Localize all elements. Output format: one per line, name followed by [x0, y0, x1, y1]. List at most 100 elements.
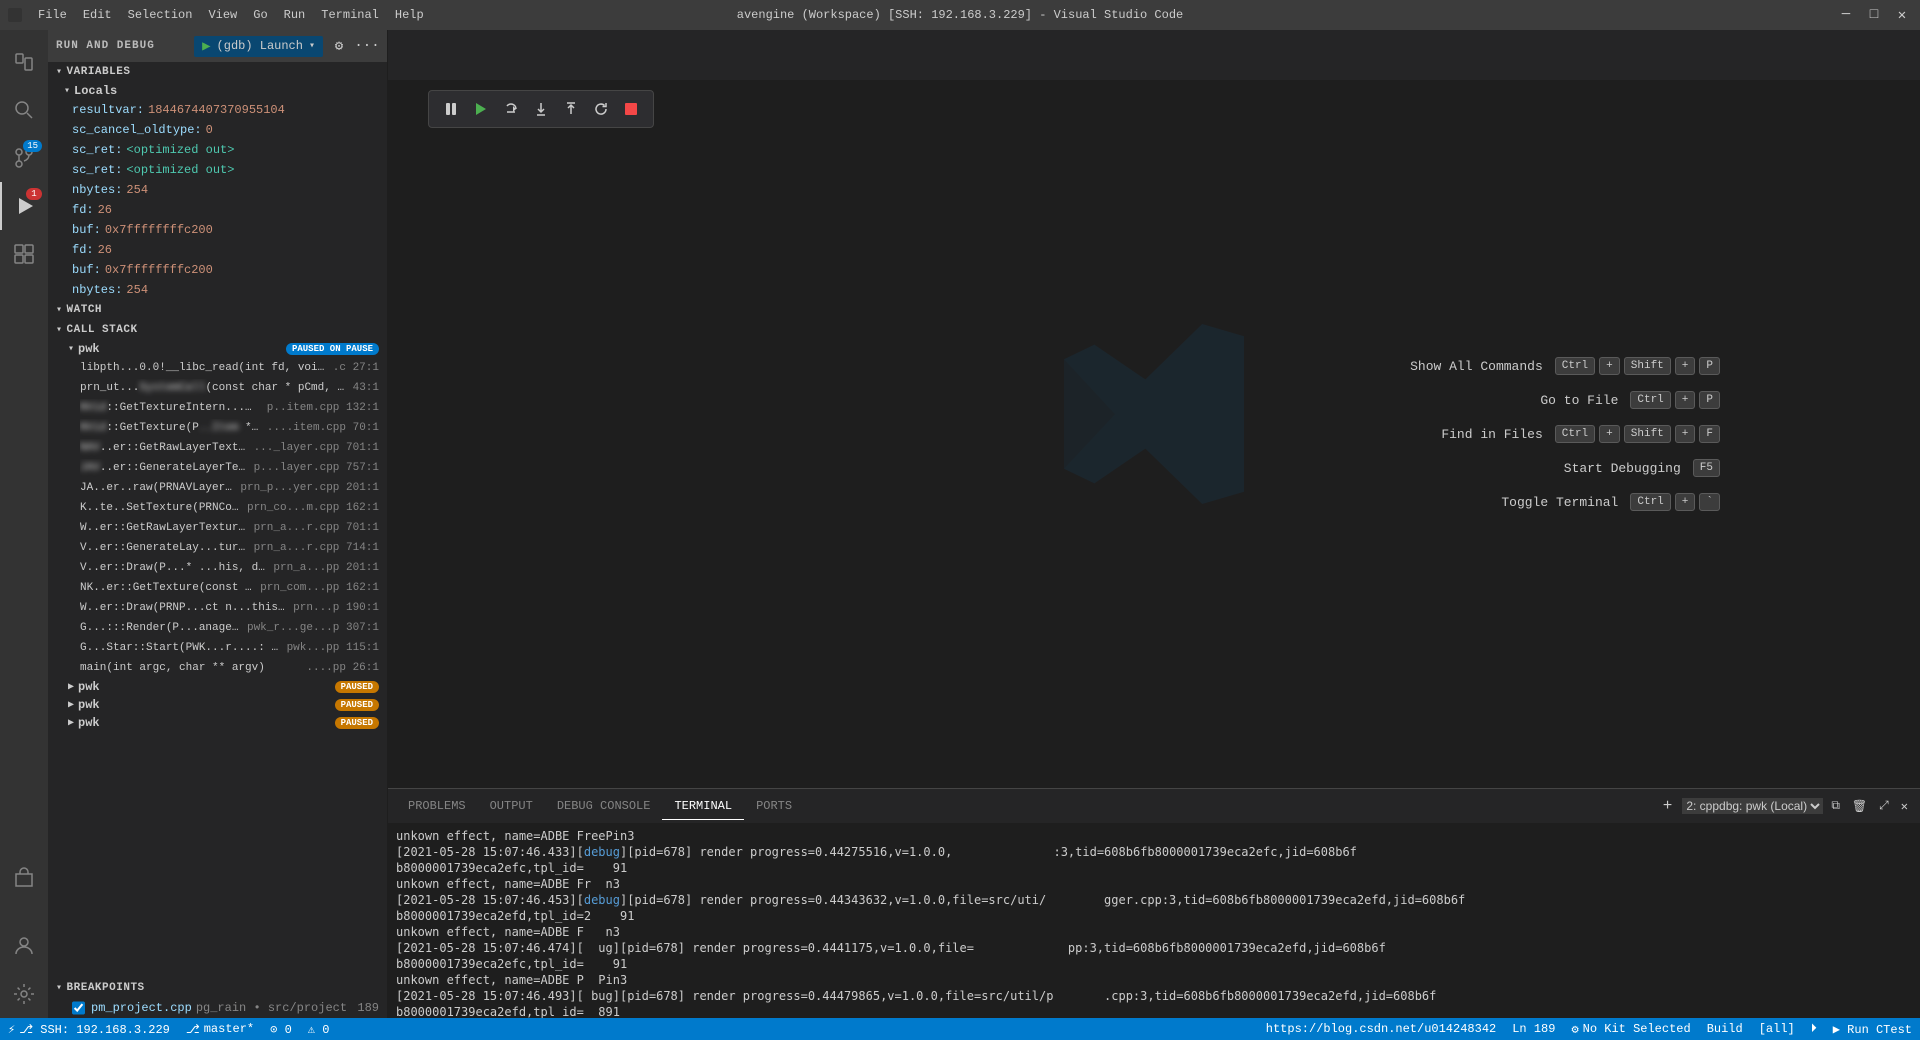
window-controls[interactable]: ─ □ ✕	[1836, 7, 1912, 24]
callstack-group-pwk4[interactable]: ▶ pwk PAUSED	[48, 714, 387, 732]
debug-more-button[interactable]: ···	[355, 34, 379, 58]
menu-go[interactable]: Go	[253, 8, 267, 22]
menu-file[interactable]: File	[38, 8, 67, 22]
cs-frame-7[interactable]: K..te..SetTexture(PRNCo...m * const th..…	[48, 498, 387, 518]
terminal-content[interactable]: unkown effect, name=ADBE FreePin3 [2021-…	[388, 824, 1920, 1018]
callstack-group-pwk2[interactable]: ▶ pwk PAUSED	[48, 678, 387, 696]
activity-debug[interactable]: 1	[0, 182, 48, 230]
breakpoint-checkbox[interactable]	[72, 999, 85, 1017]
status-url[interactable]: https://blog.csdn.net/u014248342	[1258, 1022, 1504, 1036]
editor-area: Show All Commands Ctrl + Shift + P Go to…	[388, 30, 1920, 1018]
activity-notifications[interactable]	[0, 854, 48, 902]
go-to-file-label: Go to File	[1540, 393, 1618, 408]
cs-frame-15[interactable]: main(int argc, char ** argv) ....pp 26:1	[48, 658, 387, 678]
cs-frame-0[interactable]: libpth...0.0!__libc_read(int fd, void * …	[48, 358, 387, 378]
git-branch[interactable]: ⎇ master*	[178, 1018, 262, 1040]
term-line-11: [2021-05-28 15:07:46.493][ bug][pid=678]…	[396, 988, 1912, 1004]
watch-header[interactable]: ▾ WATCH	[48, 300, 387, 320]
status-line-col[interactable]: Ln 189	[1504, 1022, 1563, 1036]
callstack-group-pwk3[interactable]: ▶ pwk PAUSED	[48, 696, 387, 714]
cmake-build[interactable]: Build	[1699, 1022, 1751, 1036]
cs-frame-9[interactable]: V..er::GenerateLay...ture(... ...ble...)…	[48, 538, 387, 558]
breakpoints-chevron: ▾	[56, 982, 63, 994]
breakpoint-item[interactable]: pm_project.cpp pg_rain • src/project 189	[48, 998, 387, 1018]
debug-toolbar: RUN AND DEBUG ▶ (gdb) Launch ▾ ⚙ ···	[48, 30, 387, 62]
callstack-header[interactable]: ▾ CALL STACK	[48, 320, 387, 340]
panel-close-button[interactable]: ✕	[1897, 799, 1912, 814]
activity-explorer[interactable]	[0, 38, 48, 86]
debug-stop-btn[interactable]	[617, 95, 645, 123]
menu-terminal[interactable]: Terminal	[321, 8, 379, 22]
paused-badge-3: PAUSED	[335, 699, 379, 711]
status-bar: ⚡ ⎇ SSH: 192.168.3.229 ⎇ master* ⊙ 0 ⚠ 0…	[0, 1018, 1920, 1040]
activity-bar: 15 1	[0, 30, 48, 1018]
debug-step-out-btn[interactable]	[557, 95, 585, 123]
cmd-go-to-file: Go to File Ctrl + P	[1540, 391, 1720, 409]
panel-trash-button[interactable]: 🗑	[1848, 799, 1871, 814]
cs-frame-6[interactable]: JA..er..raw(PRNAVLayer * c...us, double …	[48, 478, 387, 498]
close-button[interactable]: ✕	[1892, 7, 1912, 24]
menu-help[interactable]: Help	[395, 8, 424, 22]
activity-extensions[interactable]	[0, 230, 48, 278]
panel-maximize-button[interactable]: ⤢	[1875, 799, 1893, 813]
cs-frame-3[interactable]: NVid::GetTexture(P..Item * const this, d…	[48, 418, 387, 438]
menu-run[interactable]: Run	[284, 8, 306, 22]
callstack-group-pwk1[interactable]: ▾ pwk PAUSED ON PAUSE	[48, 340, 387, 358]
debug-step-over-btn[interactable]	[497, 95, 525, 123]
activity-settings[interactable]	[0, 970, 48, 1018]
debug-pause-btn[interactable]	[437, 95, 465, 123]
error-count[interactable]: ⊙ 0	[262, 1018, 300, 1040]
variables-header[interactable]: ▾ VARIABLES	[48, 62, 387, 82]
panel-add-button[interactable]: +	[1657, 797, 1679, 815]
debug-config-select[interactable]: ▶ (gdb) Launch ▾	[194, 36, 323, 57]
locals-group[interactable]: ▾ Locals	[48, 82, 387, 100]
cs-frame-1[interactable]: prn_ut...SystemCall(const char * pCmd, c…	[48, 378, 387, 398]
menu-edit[interactable]: Edit	[83, 8, 112, 22]
cs-frame-8[interactable]: W..er::GetRawLayerTexture(P...Layer...c …	[48, 518, 387, 538]
panel-split-button[interactable]: ⧉	[1827, 799, 1844, 813]
cs-frame-11[interactable]: NK..er::GetTexture(const ...this, double…	[48, 578, 387, 598]
activity-source-control[interactable]: 15	[0, 134, 48, 182]
tab-output[interactable]: OUTPUT	[478, 793, 545, 819]
term-line-12: b8000001739eca2efd,tpl_id= 891	[396, 1004, 1912, 1018]
maximize-button[interactable]: □	[1864, 7, 1884, 24]
var-fd-1: fd: 26	[48, 200, 387, 220]
debug-settings-button[interactable]: ⚙	[327, 34, 351, 58]
tab-problems[interactable]: PROBLEMS	[396, 793, 478, 819]
sidebar: RUN AND DEBUG ▶ (gdb) Launch ▾ ⚙ ··· ▾ V…	[48, 30, 388, 1018]
menu-bar[interactable]: File Edit Selection View Go Run Terminal…	[38, 8, 424, 22]
warning-count[interactable]: ⚠ 0	[300, 1018, 338, 1040]
cs-frame-4[interactable]: NAV..er::GetRawLayerTexture(...* const t…	[48, 438, 387, 458]
term-line-9: b8000001739eca2efc,tpl_id= 91	[396, 956, 1912, 972]
cs-frame-14[interactable]: G...Star::Start(PWK...r....: this, std::…	[48, 638, 387, 658]
cs-frame-2[interactable]: NVid::GetTextureIntern...Item * const th…	[48, 398, 387, 418]
watch-section: ▾ WATCH	[48, 300, 387, 320]
cs-frame-13[interactable]: G...:::Render(P...anager...c...this, PRN…	[48, 618, 387, 638]
activity-search[interactable]	[0, 86, 48, 134]
debug-badge: 1	[26, 188, 42, 200]
cmake-kit[interactable]: ⚙ No Kit Selected	[1563, 1022, 1698, 1037]
debug-continue-btn[interactable]	[467, 95, 495, 123]
cs-frame-12[interactable]: W..er::Draw(PRNP...ct n...this, PRNRende…	[48, 598, 387, 618]
ssh-status[interactable]: ⚡ ⎇ SSH: 192.168.3.229	[0, 1018, 178, 1040]
minimize-button[interactable]: ─	[1836, 7, 1856, 24]
debug-step-into-btn[interactable]	[527, 95, 555, 123]
cmd-find-files: Find in Files Ctrl + Shift + F	[1441, 425, 1720, 443]
activity-account[interactable]	[0, 922, 48, 970]
menu-view[interactable]: View	[208, 8, 237, 22]
cs-frame-10[interactable]: V..er::Draw(P...* ...his, double time, P…	[48, 558, 387, 578]
cmake-debug-btn[interactable]: ⏵	[1803, 1022, 1825, 1036]
cs-frame-5[interactable]: JAV..er::GenerateLayerTexture(PR...er * …	[48, 458, 387, 478]
menu-selection[interactable]: Selection	[128, 8, 193, 22]
tab-ports[interactable]: PORTS	[744, 793, 804, 819]
tab-debug-console[interactable]: DEBUG CONSOLE	[545, 793, 663, 819]
breakpoints-header[interactable]: ▾ BREAKPOINTS	[48, 978, 387, 998]
breakpoints-section: ▾ BREAKPOINTS pm_project.cpp pg_rain • s…	[48, 978, 387, 1018]
cmake-target[interactable]: [all]	[1751, 1022, 1803, 1036]
welcome-area: Show All Commands Ctrl + Shift + P Go to…	[388, 80, 1920, 788]
tab-terminal[interactable]: TERMINAL	[662, 793, 744, 820]
terminal-selector[interactable]: 2: cppdbg: pwk (Local)	[1682, 798, 1823, 814]
debug-restart-btn[interactable]	[587, 95, 615, 123]
run-ctest-btn[interactable]: ▶ Run CTest	[1825, 1022, 1920, 1037]
paused-badge: PAUSED ON PAUSE	[286, 343, 379, 355]
